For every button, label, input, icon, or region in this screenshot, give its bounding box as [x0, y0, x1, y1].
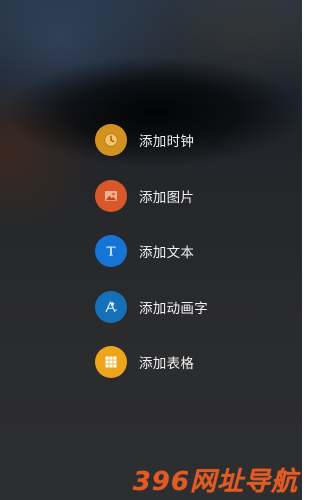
add-animated-text-label: 添加动画字: [139, 300, 208, 317]
text-icon: [95, 235, 127, 267]
animated-text-icon: [95, 290, 127, 323]
add-image-label: 添加图片: [139, 189, 195, 206]
watermark: 396网址导航: [132, 462, 298, 497]
image-icon: [95, 179, 127, 212]
add-text-item[interactable]: 添加文本: [95, 235, 295, 267]
table-icon: [95, 346, 127, 378]
add-menu: 添加时钟 添加图片 添加文本 添加动画字 添加表格: [95, 124, 295, 378]
clock-icon: [95, 124, 127, 156]
add-clock-label: 添加时钟: [139, 134, 195, 150]
watermark-text: 396网址导航: [132, 466, 298, 497]
add-text-label: 添加文本: [139, 245, 195, 261]
add-image-item[interactable]: 添加图片: [95, 179, 295, 212]
screen: 添加时钟 添加图片 添加文本 添加动画字 添加表格 396网址导航: [0, 0, 302, 500]
add-animated-text-item[interactable]: 添加动画字: [95, 290, 295, 323]
add-clock-item[interactable]: 添加时钟: [95, 124, 295, 156]
add-table-label: 添加表格: [139, 356, 195, 372]
add-table-item[interactable]: 添加表格: [95, 346, 295, 378]
